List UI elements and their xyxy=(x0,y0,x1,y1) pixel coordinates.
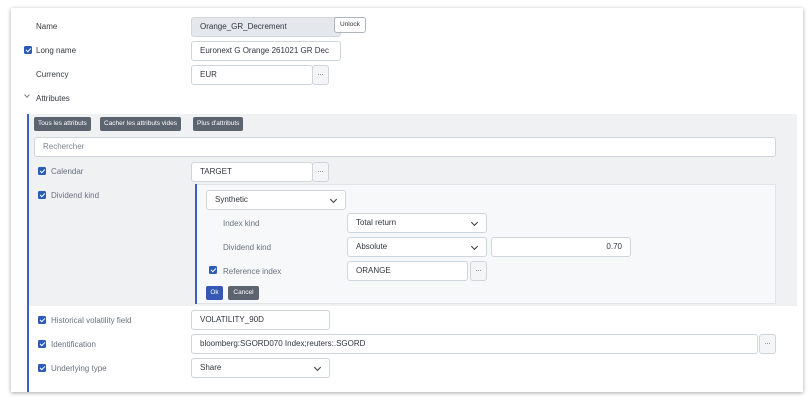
index-kind-select[interactable]: Total return xyxy=(347,213,487,233)
dividend-kind-checkbox[interactable] xyxy=(38,191,46,199)
long-name-label: Long name xyxy=(36,46,77,55)
underlying-type-checkbox[interactable] xyxy=(38,364,46,372)
attributes-section-label[interactable]: Attributes xyxy=(36,94,70,103)
name-label: Name xyxy=(36,22,58,31)
attributes-accent-bar xyxy=(27,114,29,392)
underlying-type-value: Share xyxy=(200,363,222,372)
reference-index-picker-button[interactable]: ... xyxy=(470,261,487,281)
hist-vol-field[interactable]: VOLATILITY_90D xyxy=(191,310,330,330)
index-kind-value: Total return xyxy=(356,218,397,227)
dividend-editor-accent-bar xyxy=(195,184,197,304)
attributes-search-input[interactable]: Rechercher xyxy=(34,137,776,157)
dividend-kind-inner-label: Dividend kind xyxy=(223,243,272,252)
chevron-down-icon xyxy=(329,195,338,204)
chevron-down-icon xyxy=(313,363,322,372)
hist-vol-checkbox[interactable] xyxy=(38,316,46,324)
long-name-field[interactable]: Euronext G Orange 261021 GR Dec xyxy=(191,41,341,61)
calendar-picker-button[interactable]: ... xyxy=(312,162,329,182)
hide-empty-attributes-button[interactable]: Cacher les attributs vides xyxy=(100,117,181,131)
identification-label: Identification xyxy=(51,340,96,349)
calendar-label: Calendar xyxy=(51,167,84,176)
unlock-button[interactable]: Unlock xyxy=(334,17,366,33)
calendar-checkbox[interactable] xyxy=(38,167,46,175)
currency-picker-button[interactable]: ... xyxy=(312,65,329,85)
chevron-down-icon xyxy=(470,242,479,251)
identification-checkbox[interactable] xyxy=(38,340,46,348)
more-attributes-button[interactable]: Plus d'attributs xyxy=(193,117,244,131)
ok-button[interactable]: Ok xyxy=(206,286,223,300)
cancel-button[interactable]: Cancel xyxy=(228,286,259,300)
reference-index-label: Reference index xyxy=(223,267,282,276)
chevron-down-icon xyxy=(470,218,479,227)
dividend-amount-field[interactable]: 0.70 xyxy=(491,237,631,257)
dividend-kind-value: Absolute xyxy=(356,242,388,251)
reference-index-field[interactable]: ORANGE xyxy=(347,261,468,281)
currency-field[interactable]: EUR xyxy=(191,65,313,85)
underlying-type-label: Underlying type xyxy=(51,364,107,373)
underlying-type-select[interactable]: Share xyxy=(191,358,330,378)
dividend-kind-label: Dividend kind xyxy=(51,191,100,200)
dividend-kind-select[interactable]: Absolute xyxy=(347,237,487,257)
identification-picker-button[interactable]: ... xyxy=(759,334,776,354)
name-field: Orange_GR_Decrement xyxy=(191,17,341,37)
dividend-type-select[interactable]: Synthetic xyxy=(206,190,346,210)
currency-label: Currency xyxy=(36,70,69,79)
all-attributes-button[interactable]: Tous les attributs xyxy=(34,117,91,131)
index-kind-label: Index kind xyxy=(223,219,260,228)
long-name-checkbox[interactable] xyxy=(24,46,32,54)
identification-field[interactable]: bloomberg:SGORD070 Index;reuters:.SGORD xyxy=(191,334,758,354)
calendar-field[interactable]: TARGET xyxy=(191,162,313,182)
chevron-down-icon[interactable] xyxy=(24,92,30,98)
hist-vol-label: Historical volatility field xyxy=(51,316,132,325)
reference-index-checkbox[interactable] xyxy=(209,266,217,274)
form-panel: Name Orange_GR_Decrement Unlock Long nam… xyxy=(11,8,803,392)
dividend-type-value: Synthetic xyxy=(215,195,248,204)
